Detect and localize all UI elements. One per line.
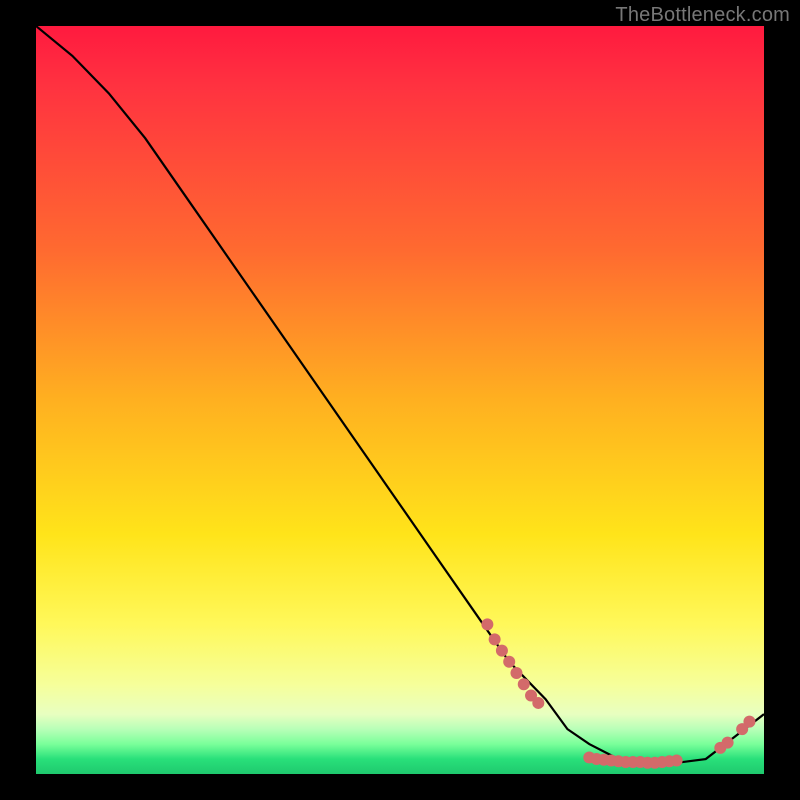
data-point-cluster-descend-4 [503,656,515,668]
chart-frame: TheBottleneck.com [0,0,800,800]
data-point-rise-2 [722,737,734,749]
plot-area [36,26,764,774]
chart-svg [36,26,764,774]
data-point-cluster-descend-2 [489,633,501,645]
data-point-cluster-descend-6 [518,678,530,690]
bottleneck-curve-line [36,26,764,763]
data-points-group [481,618,755,768]
watermark-text: TheBottleneck.com [615,4,790,27]
data-point-cluster-descend-3 [496,645,508,657]
data-point-cluster-descend-8 [532,697,544,709]
data-point-trough-13 [671,755,683,767]
data-point-cluster-descend-1 [481,618,493,630]
data-point-rise-4 [743,716,755,728]
data-point-cluster-descend-5 [510,667,522,679]
